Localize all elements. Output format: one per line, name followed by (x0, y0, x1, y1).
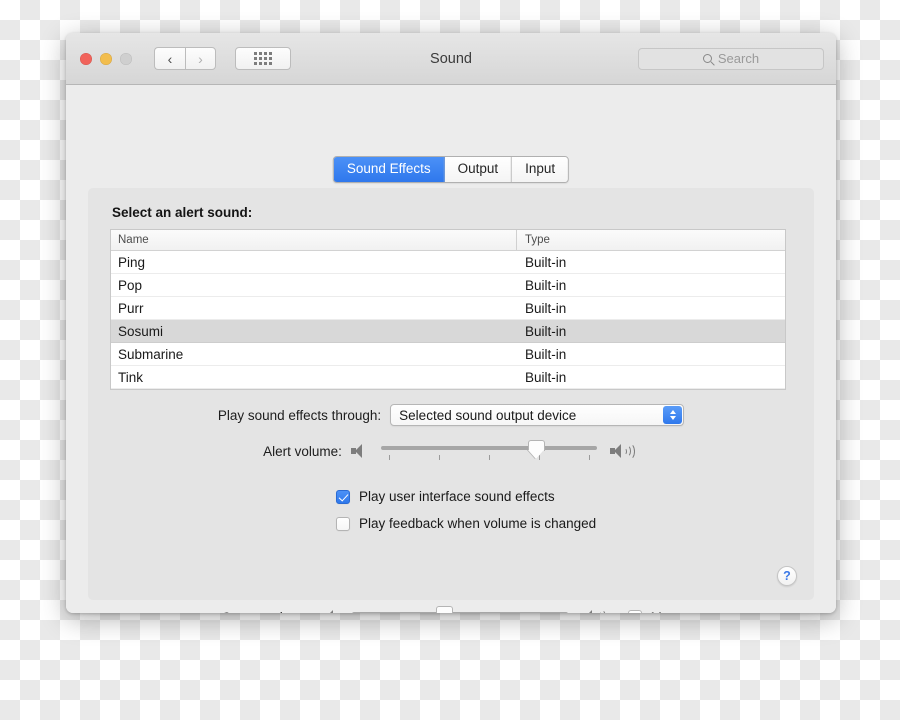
cell-type: Built-in (525, 254, 567, 270)
cell-type: Built-in (525, 346, 567, 362)
slider-track (380, 446, 597, 450)
play-sound-effects-through-row: Play sound effects through: Selected sou… (88, 404, 814, 426)
column-header-name[interactable]: Name (111, 230, 517, 250)
column-header-type[interactable]: Type (517, 230, 785, 250)
back-button[interactable]: ‹ (154, 47, 185, 70)
cell-type: Built-in (525, 369, 567, 385)
sound-effects-panel: Select an alert sound: Name Type Ping Bu… (88, 188, 814, 600)
slider-ticks (381, 455, 597, 460)
screenshot-canvas: ‹ › Sound Search Sound Effects Output In… (0, 0, 900, 720)
cell-name: Purr (118, 300, 144, 316)
sound-preferences-window: ‹ › Sound Search Sound Effects Output In… (66, 33, 836, 613)
ui-sound-effects-checkbox-row[interactable]: Play user interface sound effects (336, 489, 555, 504)
cell-type: Built-in (525, 277, 567, 293)
window-toolbar: ‹ › Sound Search (66, 33, 836, 85)
window-content: Sound Effects Output Input Select an ale… (66, 85, 836, 613)
mute-label: Mute (651, 610, 681, 614)
close-button[interactable] (80, 52, 92, 65)
ui-sound-effects-checkbox[interactable] (336, 489, 350, 504)
mute-checkbox[interactable] (627, 610, 642, 613)
table-header-row: Name Type (111, 230, 785, 251)
cell-type: Built-in (525, 300, 567, 316)
play-through-popup-button[interactable]: Selected sound output device (390, 404, 685, 426)
speaker-loud-icon (609, 442, 639, 460)
chevron-right-icon: › (198, 50, 203, 67)
slider-thumb[interactable] (527, 440, 545, 459)
mute-checkbox-row[interactable]: Mute (627, 610, 681, 614)
chevron-updown-icon (663, 406, 683, 424)
alert-volume-row: Alert volume: (88, 440, 814, 462)
speaker-quiet-icon (322, 609, 339, 613)
table-row[interactable]: Submarine Built-in (111, 343, 785, 366)
table-row[interactable]: Tink Built-in (111, 366, 785, 389)
search-field[interactable]: Search (638, 47, 824, 70)
cell-name: Sosumi (118, 323, 164, 339)
cell-type: Built-in (525, 323, 567, 339)
forward-button[interactable]: › (185, 47, 216, 70)
cell-name: Pop (118, 277, 143, 293)
output-volume-row: Output volume: Mute (66, 606, 836, 613)
table-row[interactable]: Pop Built-in (111, 274, 785, 297)
zoom-button (120, 52, 132, 65)
slider-thumb[interactable] (436, 606, 454, 613)
alert-volume-label: Alert volume: (263, 443, 342, 459)
play-through-selected-value: Selected sound output device (399, 407, 577, 423)
search-icon (702, 54, 712, 63)
alert-volume-slider[interactable] (380, 440, 597, 462)
tab-output[interactable]: Output (444, 157, 513, 182)
cell-name: Submarine (118, 346, 184, 362)
minimize-button[interactable] (100, 52, 112, 65)
tab-input[interactable]: Input (512, 157, 569, 182)
cell-name: Ping (118, 254, 146, 270)
ui-sound-effects-label: Play user interface sound effects (359, 489, 555, 504)
output-volume-slider[interactable] (351, 606, 568, 613)
table-row-selected[interactable]: Sosumi Built-in (111, 320, 785, 343)
table-row[interactable]: Purr Built-in (111, 297, 785, 320)
help-icon: ? (783, 569, 791, 583)
show-all-grid-icon (254, 52, 272, 65)
tab-sound-effects[interactable]: Sound Effects (333, 157, 445, 182)
table-row[interactable]: Ping Built-in (111, 251, 785, 274)
chevron-left-icon: ‹ (167, 50, 173, 67)
navigation-buttons: ‹ › (154, 47, 216, 70)
tab-bar: Sound Effects Output Input (332, 156, 570, 183)
help-button[interactable]: ? (777, 566, 797, 586)
volume-feedback-checkbox[interactable] (336, 516, 350, 531)
volume-feedback-checkbox-row[interactable]: Play feedback when volume is changed (336, 516, 596, 531)
volume-feedback-label: Play feedback when volume is changed (359, 516, 597, 531)
slider-track (351, 612, 568, 613)
search-placeholder: Search (717, 51, 760, 66)
speaker-loud-icon (581, 608, 610, 613)
show-all-button[interactable] (235, 47, 291, 70)
cell-name: Tink (118, 369, 144, 385)
play-through-label: Play sound effects through: (217, 407, 382, 423)
speaker-quiet-icon (350, 443, 368, 459)
output-volume-label: Output volume: (221, 610, 313, 614)
alert-sound-table[interactable]: Name Type Ping Built-in Pop Built-in Pur… (110, 229, 786, 390)
select-alert-sound-label: Select an alert sound: (112, 205, 253, 220)
traffic-lights (80, 52, 132, 65)
